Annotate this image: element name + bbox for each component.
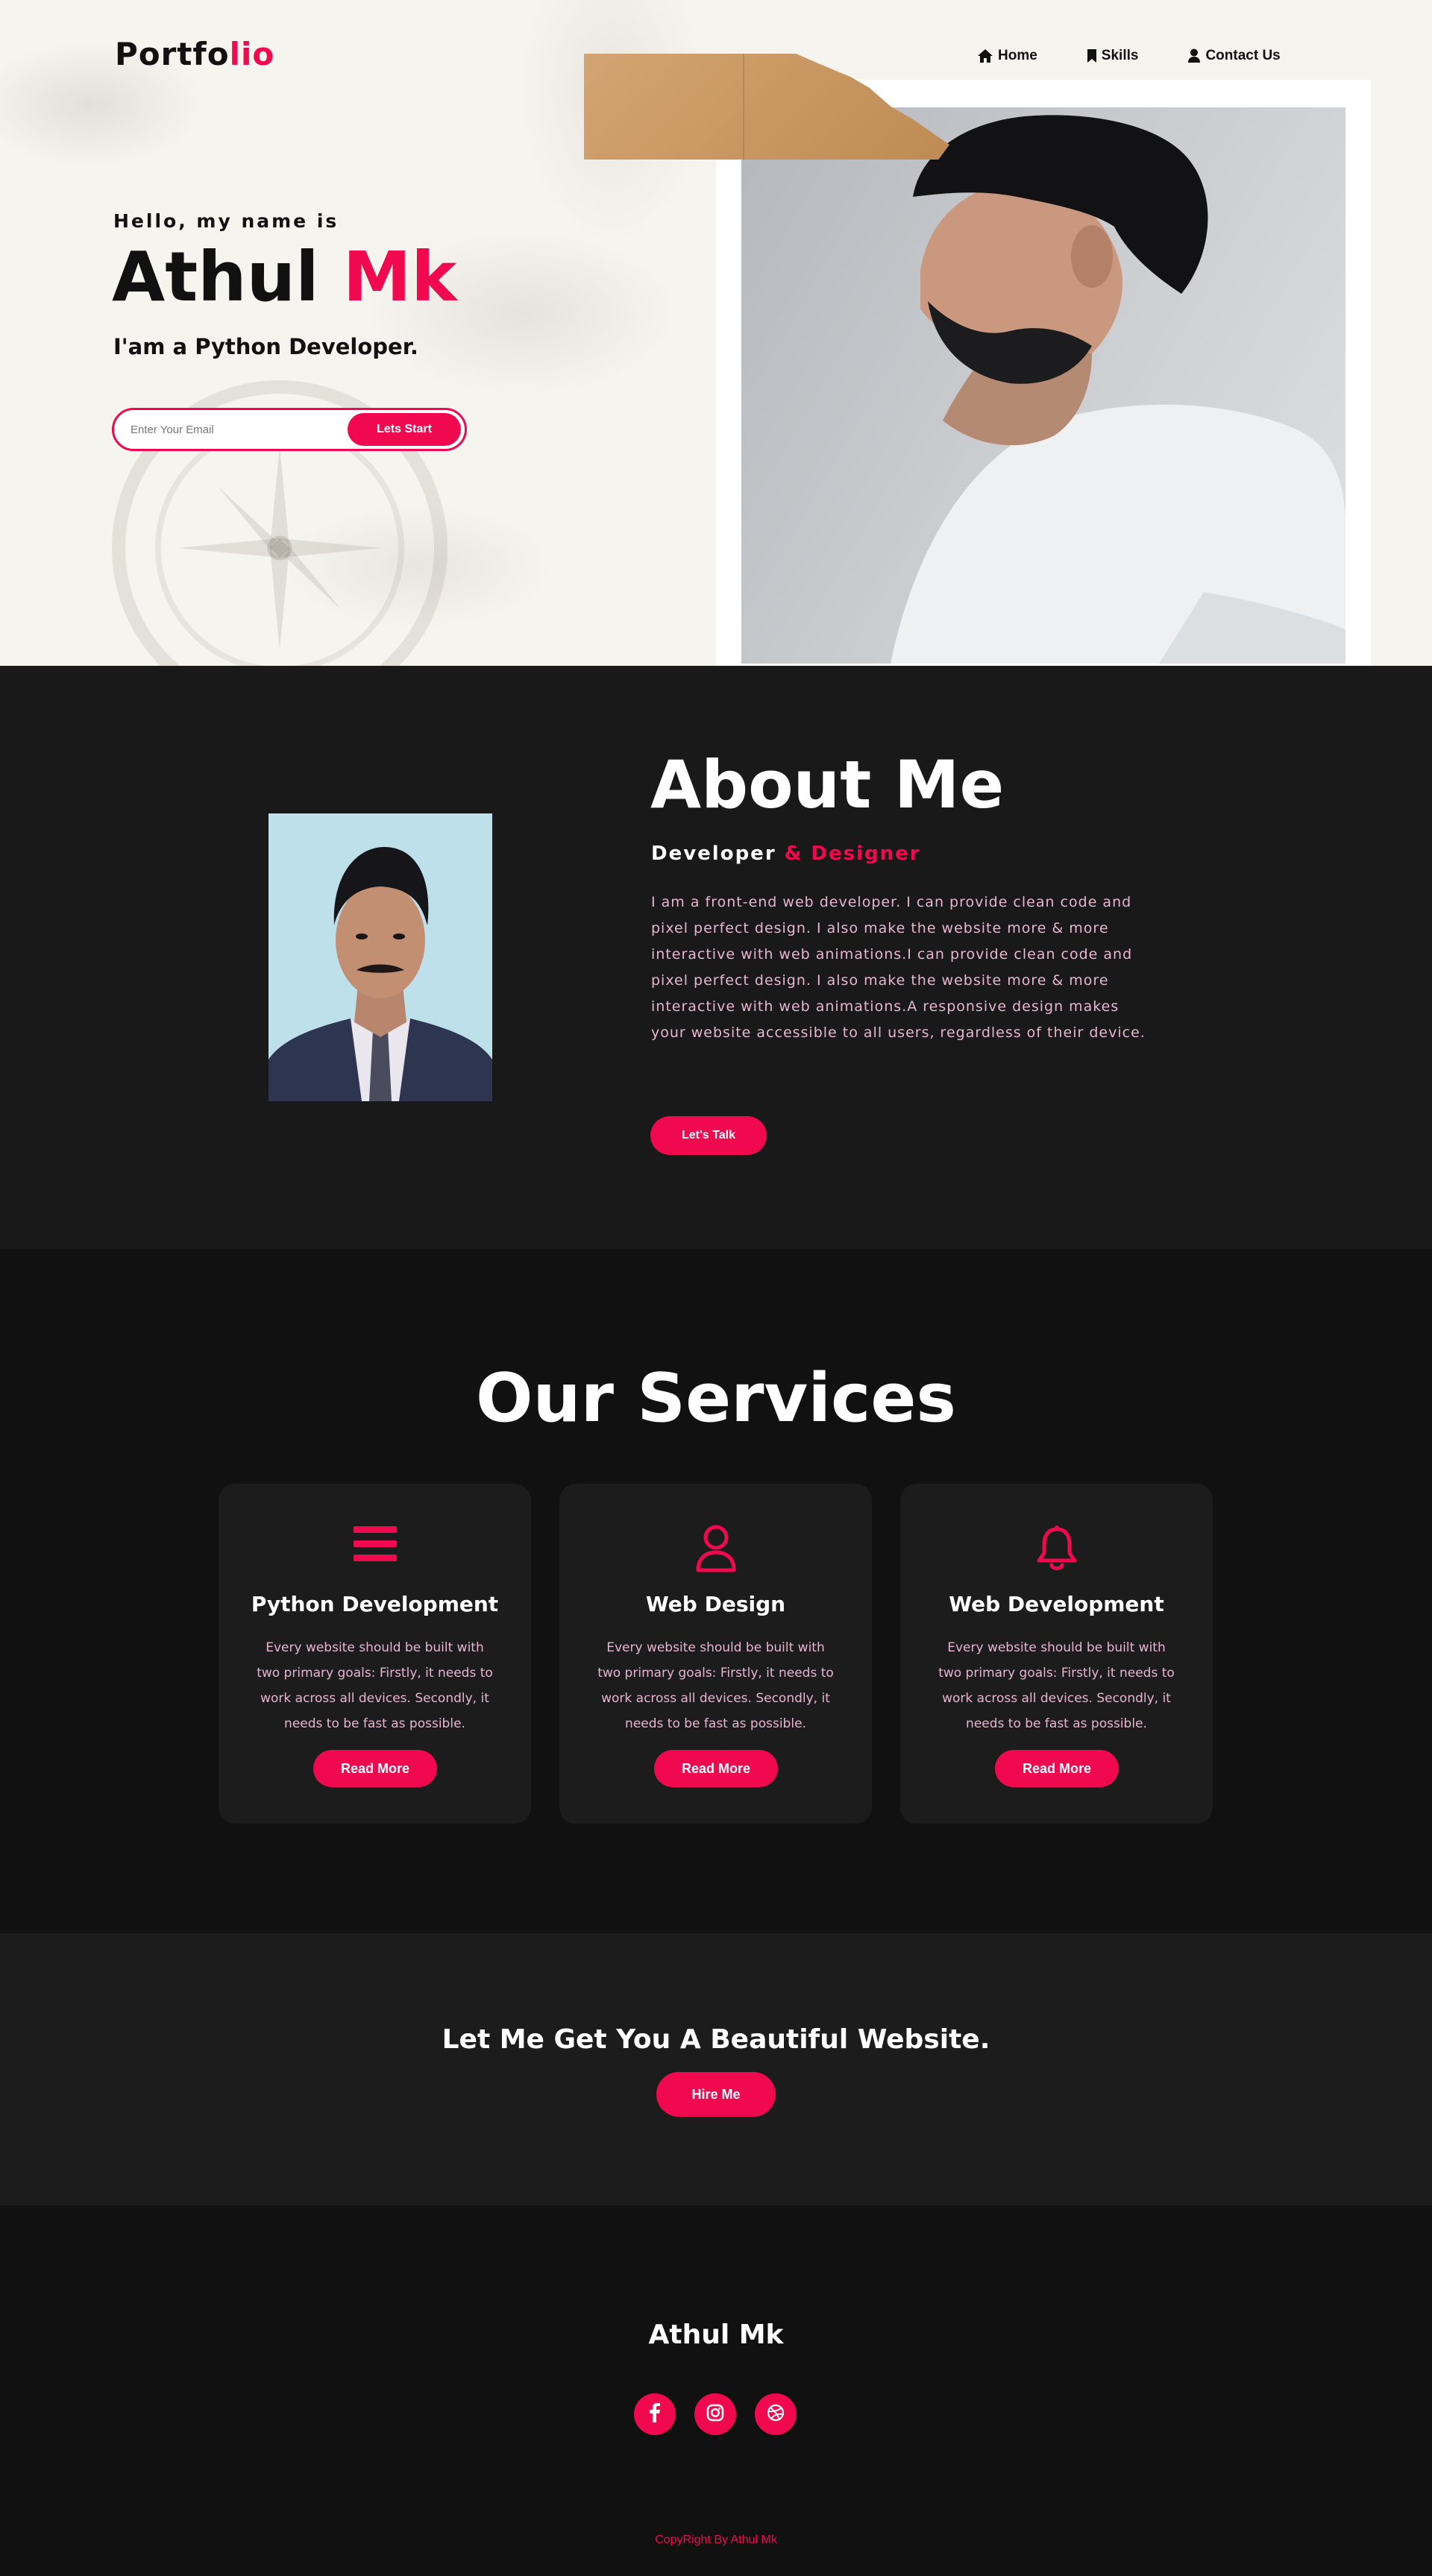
lets-talk-button[interactable]: Let's Talk [650,1116,767,1155]
logo-main-text: Portfo [115,36,230,72]
lets-start-button[interactable]: Lets Start [348,413,461,446]
dribbble-icon [767,2404,785,2425]
user-icon [1187,48,1201,63]
service-card-title: Web Development [949,1592,1164,1616]
hero-greeting: Hello, my name is [113,210,339,232]
read-more-button[interactable]: Read More [654,1750,778,1787]
service-card-web-development: Web Development Every website should be … [900,1484,1213,1824]
service-card-text: Every website should be built with two p… [597,1640,834,1731]
about-profile-photo [268,813,492,1101]
site-logo[interactable]: Portfolio [115,36,274,72]
nav-item-label: Contact Us [1205,48,1281,63]
hero-role: I'am a Python Developer. [113,334,418,359]
bookmark-icon [1087,48,1097,63]
facebook-link[interactable] [634,2393,676,2435]
bell-icon [900,1525,1213,1572]
instagram-icon [706,2404,724,2425]
nav-item-contact-us[interactable]: Contact Us [1187,48,1281,64]
about-title: About Me [650,746,1005,823]
service-card-text: Every website should be built with two p… [938,1640,1175,1731]
logo-accent-text: lio [229,36,275,72]
main-nav: Home Skills Contact Us [977,48,1281,64]
read-more-button[interactable]: Read More [995,1750,1119,1787]
dribbble-link[interactable] [755,2393,797,2435]
nav-item-home[interactable]: Home [977,48,1037,64]
nav-item-label: Home [998,48,1037,63]
home-icon [977,48,993,63]
service-card-title: Python Development [251,1592,499,1616]
about-subtitle-main: Developer [651,843,776,865]
hero-section: Portfolio Home Skills Contact Us Hello, … [0,0,1432,666]
service-card-title: Web Design [645,1592,786,1616]
read-more-button[interactable]: Read More [313,1750,437,1787]
services-section: Our Services Python Development Every we… [0,1249,1432,1933]
user-icon [559,1525,872,1572]
hire-title: Let Me Get You A Beautiful Website. [442,2024,990,2055]
about-description: I am a front-end web developer. I can pr… [651,894,1146,1041]
hire-section: Let Me Get You A Beautiful Website. Hire… [0,1933,1432,2205]
services-title: Our Services [475,1359,957,1437]
nav-item-label: Skills [1101,48,1139,63]
email-signup-form: Lets Start [112,408,467,451]
about-subtitle-accent: & Designer [784,843,921,865]
menu-icon [219,1525,531,1562]
social-links [634,2393,797,2435]
site-footer: Athul Mk CopyRight By Athul Mk [0,2205,1432,2576]
hero-name: Athul Mk [112,237,456,317]
hero-first-name: Athul [112,237,319,317]
service-card-python-development: Python Development Every website should … [219,1484,531,1824]
facebook-icon [650,2403,660,2425]
about-section: About Me Developer & Designer I am a fro… [0,666,1432,1249]
instagram-link[interactable] [694,2393,736,2435]
hero-last-name: Mk [342,237,457,317]
nav-item-skills[interactable]: Skills [1087,48,1139,64]
services-cards: Python Development Every website should … [219,1484,1213,1824]
about-subtitle: Developer & Designer [651,843,921,865]
service-card-text: Every website should be built with two p… [257,1640,493,1731]
service-card-web-design: Web Design Every website should be built… [559,1484,872,1824]
email-input[interactable] [114,423,348,436]
copyright-text: CopyRight By Athul Mk [655,2534,777,2546]
hire-me-button[interactable]: Hire Me [656,2072,776,2117]
footer-name: Athul Mk [648,2320,784,2350]
hero-portrait-photo [741,107,1345,664]
